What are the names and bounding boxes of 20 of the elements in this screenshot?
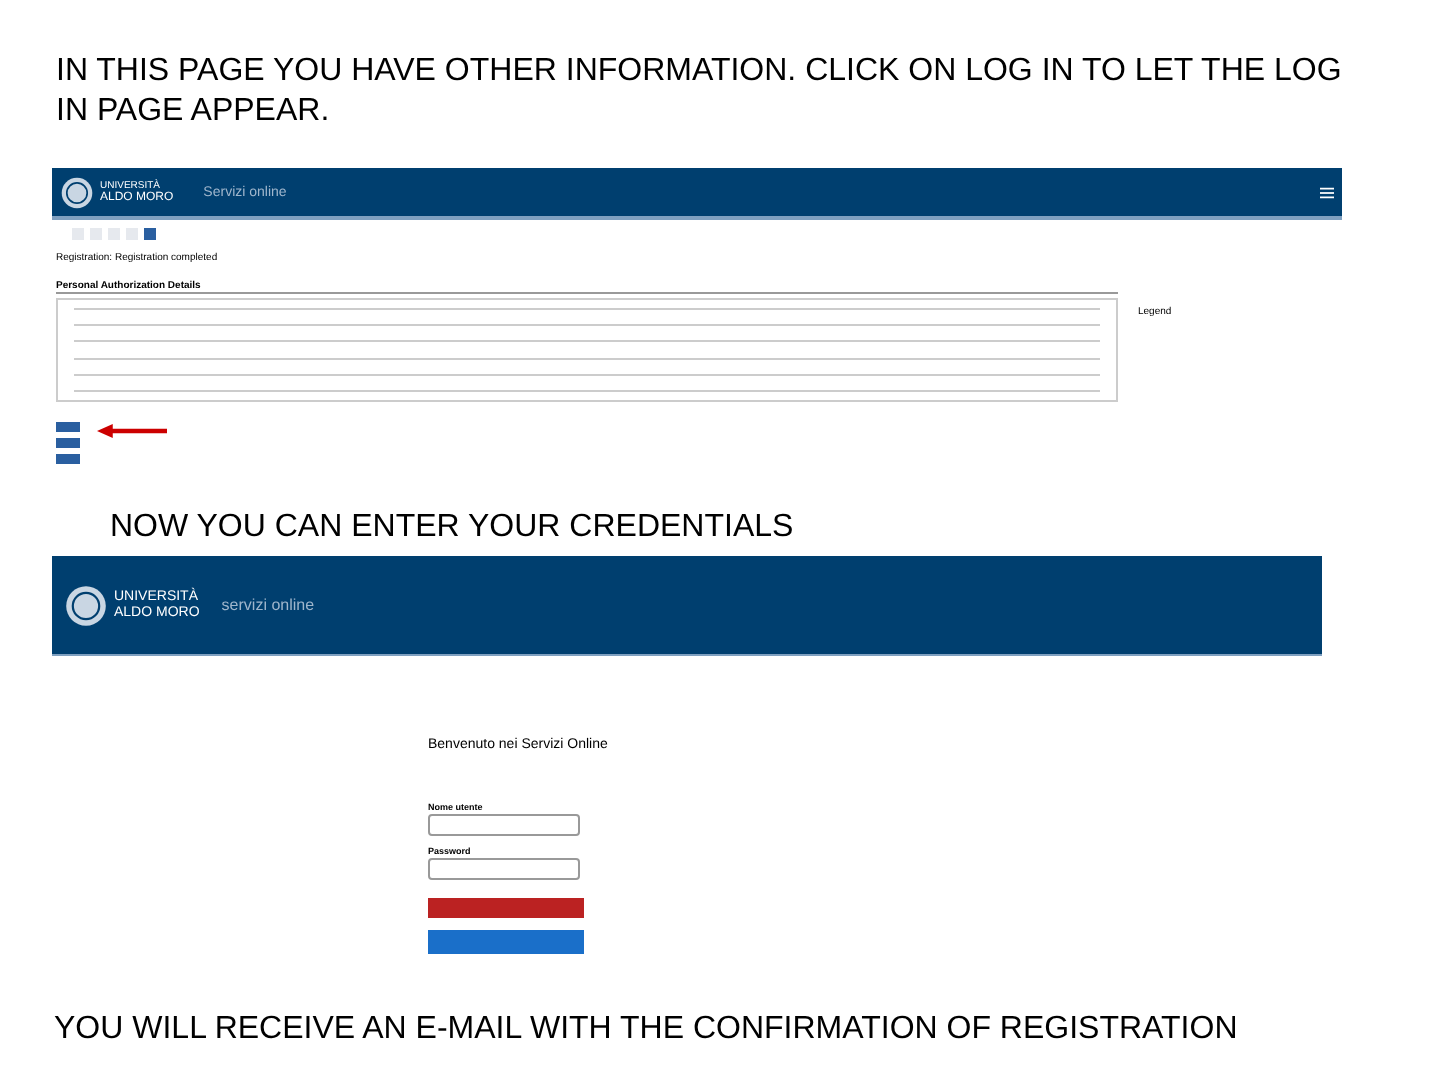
step-tab[interactable]	[144, 228, 156, 240]
slide-caption: NOW YOU CAN ENTER YOUR CREDENTIALS	[110, 508, 796, 548]
step-tab[interactable]	[72, 228, 84, 240]
university-seal-icon	[64, 583, 108, 627]
slide-caption: YOU WILL RECEIVE AN E-MAIL WITH THE CONFIRMATION OF REGISTRATION	[54, 1010, 1240, 1050]
university-seal-icon	[60, 175, 94, 209]
menu-icon[interactable]	[1320, 185, 1334, 199]
input-field[interactable]	[428, 858, 580, 880]
login-button[interactable]	[428, 898, 584, 918]
service-title: servizi online	[221, 596, 315, 614]
small-button[interactable]	[56, 438, 80, 448]
small-button[interactable]	[56, 454, 80, 464]
step-tab[interactable]	[90, 228, 102, 240]
step-tab[interactable]	[126, 228, 138, 240]
slide-caption: IN THIS PAGE YOU HAVE OTHER INFORMATION. CLICK ON LOG IN TO LET THE LOG IN PAGE APPEAR.	[56, 52, 1344, 132]
small-button[interactable]	[56, 422, 80, 432]
step-tab[interactable]	[108, 228, 120, 240]
pointer-arrow	[96, 424, 168, 438]
identity-login-button[interactable]	[428, 930, 584, 954]
input-field[interactable]	[428, 814, 580, 836]
